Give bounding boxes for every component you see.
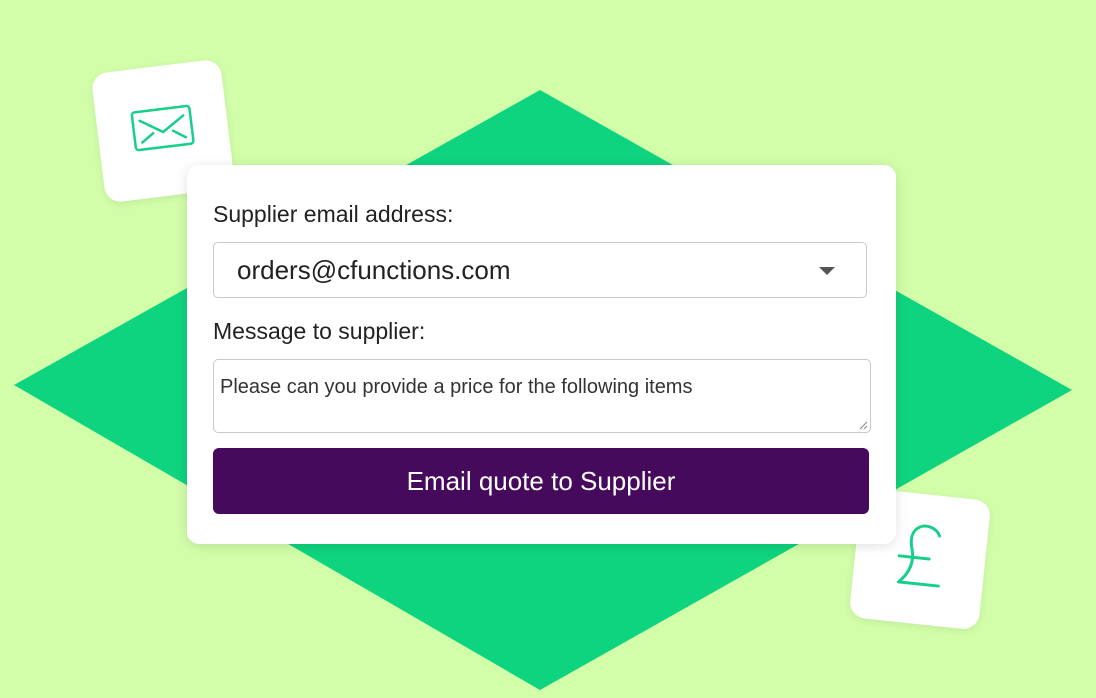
quote-email-form: Supplier email address: orders@cfunction… <box>187 165 896 544</box>
email-quote-button[interactable]: Email quote to Supplier <box>213 448 869 514</box>
message-text: Please can you provide a price for the f… <box>220 376 693 398</box>
supplier-email-label: Supplier email address: <box>213 201 454 227</box>
chevron-down-icon <box>819 267 835 275</box>
message-label: Message to supplier: <box>213 318 426 344</box>
message-textarea[interactable]: Please can you provide a price for the f… <box>213 359 871 433</box>
supplier-email-select[interactable]: orders@cfunctions.com <box>213 242 867 298</box>
supplier-email-value: orders@cfunctions.com <box>237 255 511 285</box>
resize-handle-icon[interactable] <box>858 420 868 430</box>
pound-sterling-icon <box>896 524 942 588</box>
mail-icon <box>130 104 195 152</box>
